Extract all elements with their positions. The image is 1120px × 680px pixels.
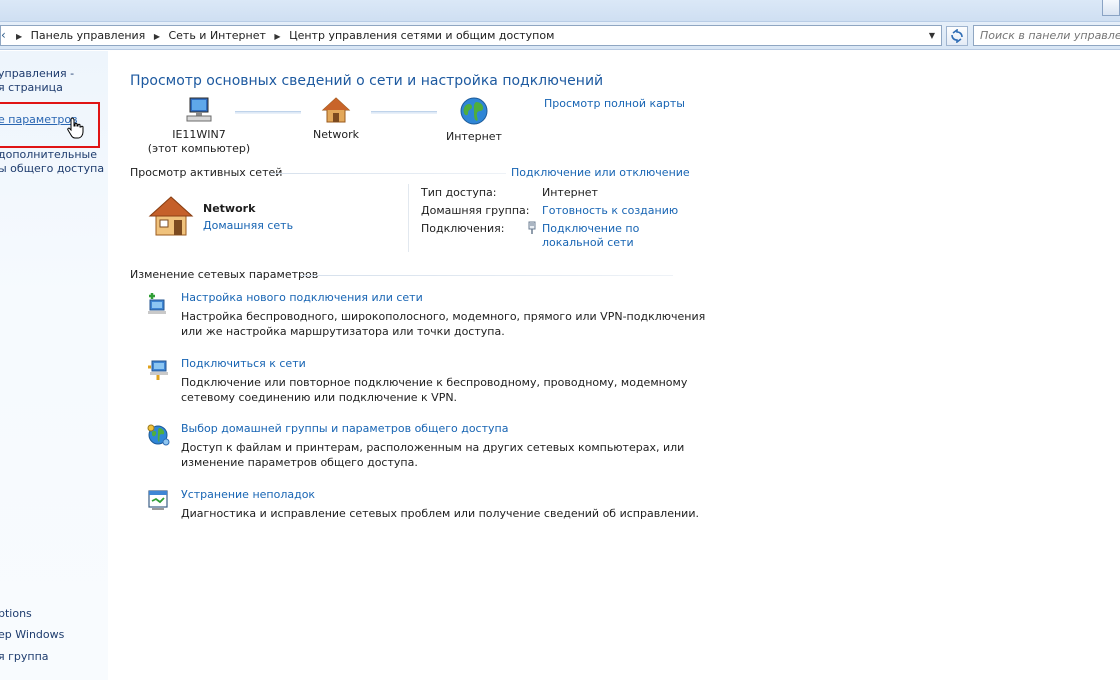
description-line: Настройка беспроводного, широкополосного… bbox=[181, 310, 706, 323]
task-homegroup-sharing: Выбор домашней группы и параметров общег… bbox=[146, 422, 706, 469]
breadcrumb: ▶ Панель управления ▶ Сеть и Интернет ▶ … bbox=[11, 26, 554, 45]
view-full-map-link[interactable]: Просмотр полной карты bbox=[544, 97, 685, 110]
description-line: изменение параметров общего доступа. bbox=[181, 456, 418, 469]
map-node-internet[interactable]: Интернет bbox=[439, 96, 509, 144]
vertical-divider bbox=[408, 184, 409, 252]
nav-control-panel-home-line1[interactable]: управления - bbox=[0, 67, 74, 81]
homegroup-icon bbox=[147, 424, 170, 446]
main-content: Просмотр основных сведений о сети и наст… bbox=[108, 51, 1120, 680]
homegroup-sharing-link[interactable]: Выбор домашней группы и параметров общег… bbox=[181, 422, 508, 435]
highlight-box bbox=[0, 102, 100, 148]
new-connection-description: Настройка беспроводного, широкополосного… bbox=[181, 309, 705, 339]
window-titlebar bbox=[0, 0, 1120, 22]
house-icon bbox=[321, 97, 351, 123]
description-line: Доступ к файлам и принтерам, расположенн… bbox=[181, 441, 685, 454]
internet-label: Интернет bbox=[446, 130, 502, 143]
map-node-computer[interactable]: IE11WIN7 (этот компьютер) bbox=[144, 96, 254, 156]
window-control-button[interactable] bbox=[1102, 0, 1120, 16]
hand-cursor-icon bbox=[67, 117, 84, 139]
connect-disconnect-link[interactable]: Подключение или отключение bbox=[511, 166, 690, 179]
nav-windows-firewall[interactable]: ер Windows bbox=[0, 628, 64, 642]
search-input[interactable] bbox=[980, 26, 1120, 45]
computer-name: IE11WIN7 bbox=[172, 128, 226, 141]
connect-to-network-description: Подключение или повторное подключение к … bbox=[181, 375, 687, 405]
address-bar[interactable]: ‹ ▶ Панель управления ▶ Сеть и Интернет … bbox=[0, 25, 942, 46]
description-line: Подключение или повторное подключение к … bbox=[181, 376, 688, 389]
description-line: Диагностика и исправление сетевых пробле… bbox=[181, 507, 699, 520]
chevron-right-icon[interactable]: ▶ bbox=[154, 32, 160, 41]
computer-icon bbox=[186, 97, 212, 122]
navigation-bar: ‹ ▶ Панель управления ▶ Сеть и Интернет … bbox=[0, 22, 1120, 50]
connect-to-network-link[interactable]: Подключиться к сети bbox=[181, 357, 306, 370]
nav-internet-options[interactable]: ptions bbox=[0, 607, 32, 621]
home-network-icon bbox=[148, 196, 194, 236]
section-divider bbox=[300, 275, 673, 276]
chevron-right-icon: ▶ bbox=[16, 31, 23, 41]
homegroup-label: Домашняя группа: bbox=[421, 204, 530, 217]
nav-advanced-sharing-line2[interactable]: ы общего доступа bbox=[0, 162, 104, 176]
troubleshoot-icon bbox=[148, 490, 168, 510]
troubleshoot-description: Диагностика и исправление сетевых пробле… bbox=[181, 506, 699, 521]
network-label: Network bbox=[313, 128, 359, 141]
breadcrumb-control-panel[interactable]: Панель управления bbox=[31, 29, 146, 42]
nav-control-panel-home-line2[interactable]: я страница bbox=[0, 81, 63, 95]
section-divider bbox=[270, 173, 506, 174]
map-node-network[interactable]: Network bbox=[301, 96, 371, 142]
description-line: или же настройка маршрутизатора или точк… bbox=[181, 325, 505, 338]
connect-network-icon bbox=[148, 360, 168, 380]
computer-subtitle: (этот компьютер) bbox=[147, 142, 251, 155]
breadcrumb-network-center[interactable]: Центр управления сетями и общим доступом bbox=[289, 29, 554, 42]
access-type-value: Интернет bbox=[542, 186, 598, 199]
description-line: сетевому соединению или подключение к VP… bbox=[181, 391, 458, 404]
refresh-button[interactable] bbox=[946, 26, 968, 46]
ethernet-plug-icon bbox=[528, 221, 536, 234]
active-networks-header: Просмотр активных сетей bbox=[130, 166, 283, 179]
nav-homegroup[interactable]: я группа bbox=[0, 650, 49, 664]
new-connection-icon bbox=[148, 293, 166, 314]
homegroup-sharing-description: Доступ к файлам и принтерам, расположенн… bbox=[181, 440, 684, 470]
homegroup-status-link[interactable]: Готовность к созданию bbox=[542, 204, 678, 218]
network-type-link[interactable]: Домашняя сеть bbox=[203, 219, 293, 232]
control-panel-icon: ‹ bbox=[1, 28, 6, 42]
active-network-name: Network bbox=[203, 202, 256, 215]
change-settings-header: Изменение сетевых параметров bbox=[130, 268, 319, 281]
chevron-right-icon[interactable]: ▶ bbox=[274, 32, 280, 41]
connections-label: Подключения: bbox=[421, 222, 505, 235]
new-connection-link[interactable]: Настройка нового подключения или сети bbox=[181, 291, 423, 304]
search-box[interactable] bbox=[973, 25, 1120, 46]
address-dropdown-icon[interactable]: ▼ bbox=[925, 26, 939, 45]
breadcrumb-network-internet[interactable]: Сеть и Интернет bbox=[168, 29, 265, 42]
task-troubleshoot: Устранение неполадок Диагностика и испра… bbox=[146, 488, 706, 521]
page-title: Просмотр основных сведений о сети и наст… bbox=[130, 73, 604, 89]
local-connection-line1: Подключение по bbox=[542, 222, 640, 235]
troubleshoot-link[interactable]: Устранение неполадок bbox=[181, 488, 315, 501]
task-new-connection: Настройка нового подключения или сети На… bbox=[146, 291, 706, 338]
local-connection-link[interactable]: Подключение по локальной сети bbox=[542, 222, 639, 250]
task-connect-to-network: Подключиться к сети Подключение или повт… bbox=[146, 357, 706, 404]
map-connector bbox=[371, 111, 437, 114]
local-connection-line2: локальной сети bbox=[542, 236, 634, 249]
globe-icon bbox=[460, 97, 488, 125]
nav-advanced-sharing-line1[interactable]: дополнительные bbox=[0, 148, 97, 162]
refresh-icon bbox=[951, 28, 963, 44]
access-type-label: Тип доступа: bbox=[421, 186, 497, 199]
